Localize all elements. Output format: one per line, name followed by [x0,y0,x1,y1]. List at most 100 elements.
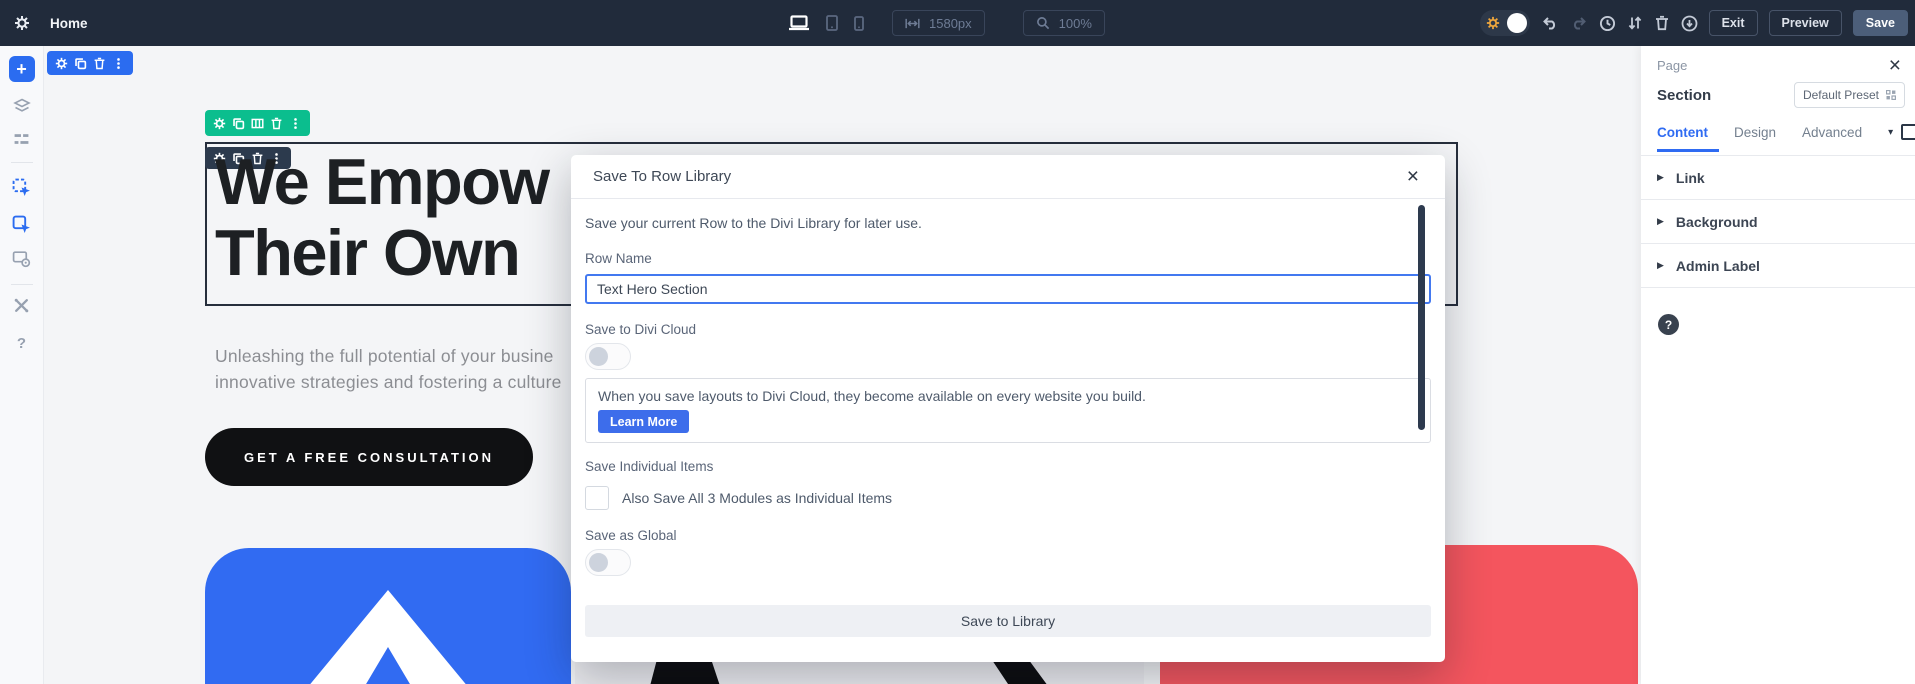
sidebar-divider [10,284,33,285]
row-columns-icon[interactable] [251,117,264,130]
modal-title: Save To Row Library [593,168,732,185]
section-trash-icon[interactable] [93,57,106,70]
individual-items-checkbox[interactable] [585,486,609,510]
active-tab-underline [1657,149,1719,152]
builder-mode-toggle[interactable] [1479,10,1530,36]
portability-icon[interactable] [1681,15,1698,32]
toggle-knob [589,347,608,366]
panel-close-icon[interactable]: × [1889,55,1901,76]
accordion-link[interactable]: ▶ Link [1641,156,1915,200]
tab-content[interactable]: Content [1657,125,1708,140]
panel-breadcrumb: Page [1657,57,1688,73]
tablet-view-icon[interactable] [826,15,838,31]
hero-heading-line2: Their Own [215,216,521,289]
panel-tabs: Content Design Advanced ▾ [1657,124,1915,140]
layers-icon[interactable] [12,98,31,114]
caret-right-icon: ▶ [1657,260,1664,270]
individual-items-checkbox-label: Also Save All 3 Modules as Individual It… [622,490,893,506]
phone-view-icon[interactable] [854,15,864,31]
module-presets-icon[interactable] [12,249,31,268]
accordion-link-label: Link [1675,169,1705,186]
tab-advanced[interactable]: Advanced [1802,125,1862,140]
accordion-admin-label-label: Admin Label [1675,257,1760,274]
caret-right-icon: ▶ [1657,216,1664,226]
redo-icon[interactable] [1570,15,1588,31]
row-name-input[interactable] [585,274,1431,304]
divi-cloud-toggle[interactable] [585,343,631,370]
chevron-up-graphic [310,590,466,684]
row-duplicate-icon[interactable] [232,117,245,130]
row-toolbar [205,110,310,136]
panel-section-title: Section [1657,86,1712,104]
feature-card-blue[interactable] [205,548,571,684]
topbar-left-group: Home [14,0,88,46]
individual-items-label: Save Individual Items [585,459,714,474]
panel-accordions: ▶ Link ▶ Background ▶ Admin Label [1641,156,1915,288]
section-duplicate-icon[interactable] [74,57,87,70]
help-icon[interactable]: ? [17,335,26,352]
exit-button[interactable]: Exit [1708,10,1758,36]
hover-select-icon[interactable] [12,178,31,197]
viewport-width-icon [905,17,920,30]
modal-scrollbar[interactable] [1418,205,1425,430]
hero-paragraph-line2: innovative strategies and fostering a cu… [215,372,562,392]
section-settings-icon[interactable] [55,57,68,70]
row-name-label: Row Name [585,251,652,266]
hero-heading-line1: We Empow [215,145,550,218]
sidebar-divider [10,162,33,163]
builder-sidebar: + ? [0,46,44,684]
tools-icon[interactable] [13,297,30,314]
desktop-view-icon[interactable] [788,15,810,31]
accordion-background[interactable]: ▶ Background [1641,200,1915,244]
row-more-icon[interactable] [289,117,302,130]
modal-body: Save your current Row to the Divi Librar… [571,215,1445,637]
display-desktop-icon[interactable] [1901,124,1915,140]
toggle-knob [589,553,608,572]
panel-header: Page × [1657,54,1901,76]
trash-icon[interactable] [1654,15,1670,31]
panel-help-icon[interactable]: ? [1658,314,1679,335]
panel-tabs-right: ▾ [1888,124,1915,140]
settings-panel: Page × Section Default Preset Content De… [1641,46,1915,684]
zoom-control[interactable]: 100% [1022,10,1105,36]
learn-more-button[interactable]: Learn More [598,410,690,433]
add-module-button[interactable]: + [8,56,35,82]
zoom-value: 100% [1058,15,1092,31]
settings-gear-icon[interactable] [14,15,30,31]
accordion-background-label: Background [1675,213,1758,230]
save-as-global-toggle[interactable] [585,549,631,576]
modal-close-icon[interactable]: × [1407,166,1419,187]
section-more-icon[interactable] [112,57,125,70]
sort-layers-icon[interactable] [1627,15,1643,31]
modal-header: Save To Row Library × [571,155,1445,199]
toggle-knob [1506,13,1527,33]
row-trash-icon[interactable] [270,117,283,130]
caret-right-icon: ▶ [1657,172,1664,182]
preview-button[interactable]: Preview [1768,10,1842,36]
history-icon[interactable] [1599,15,1616,32]
accordion-admin-label[interactable]: ▶ Admin Label [1641,244,1915,288]
row-settings-icon[interactable] [213,117,226,130]
viewport-width-control[interactable]: 1580px [892,10,985,36]
page-title: Home [50,15,88,31]
caret-down-icon[interactable]: ▾ [1888,127,1893,138]
hero-heading[interactable]: We Empow Their Own [215,145,550,289]
preset-icon [1886,90,1896,100]
hero-paragraph-line1: Unleashing the full potential of your bu… [215,346,554,366]
save-to-library-button[interactable]: Save to Library [585,605,1431,637]
divi-cloud-label: Save to Divi Cloud [585,322,697,337]
divi-cloud-infobox: When you save layouts to Divi Cloud, the… [585,378,1431,443]
default-preset-button[interactable]: Default Preset [1793,82,1905,108]
hero-cta-button[interactable]: GET A FREE CONSULTATION [205,428,533,486]
save-to-row-library-modal: Save To Row Library × Save your current … [571,155,1445,662]
hero-paragraph[interactable]: Unleashing the full potential of your bu… [215,343,562,395]
save-as-global-label: Save as Global [585,528,677,543]
toggle-gear-icon [1486,16,1500,30]
panel-section-row: Section Default Preset [1657,80,1905,110]
save-button[interactable]: Save [1852,10,1908,36]
click-select-icon[interactable] [12,215,31,234]
wireframe-view-icon[interactable] [13,131,30,148]
undo-icon[interactable] [1541,15,1559,31]
tab-design[interactable]: Design [1734,125,1776,140]
top-toolbar: Home 1580px 100% Exit Preview Save [0,0,1915,46]
